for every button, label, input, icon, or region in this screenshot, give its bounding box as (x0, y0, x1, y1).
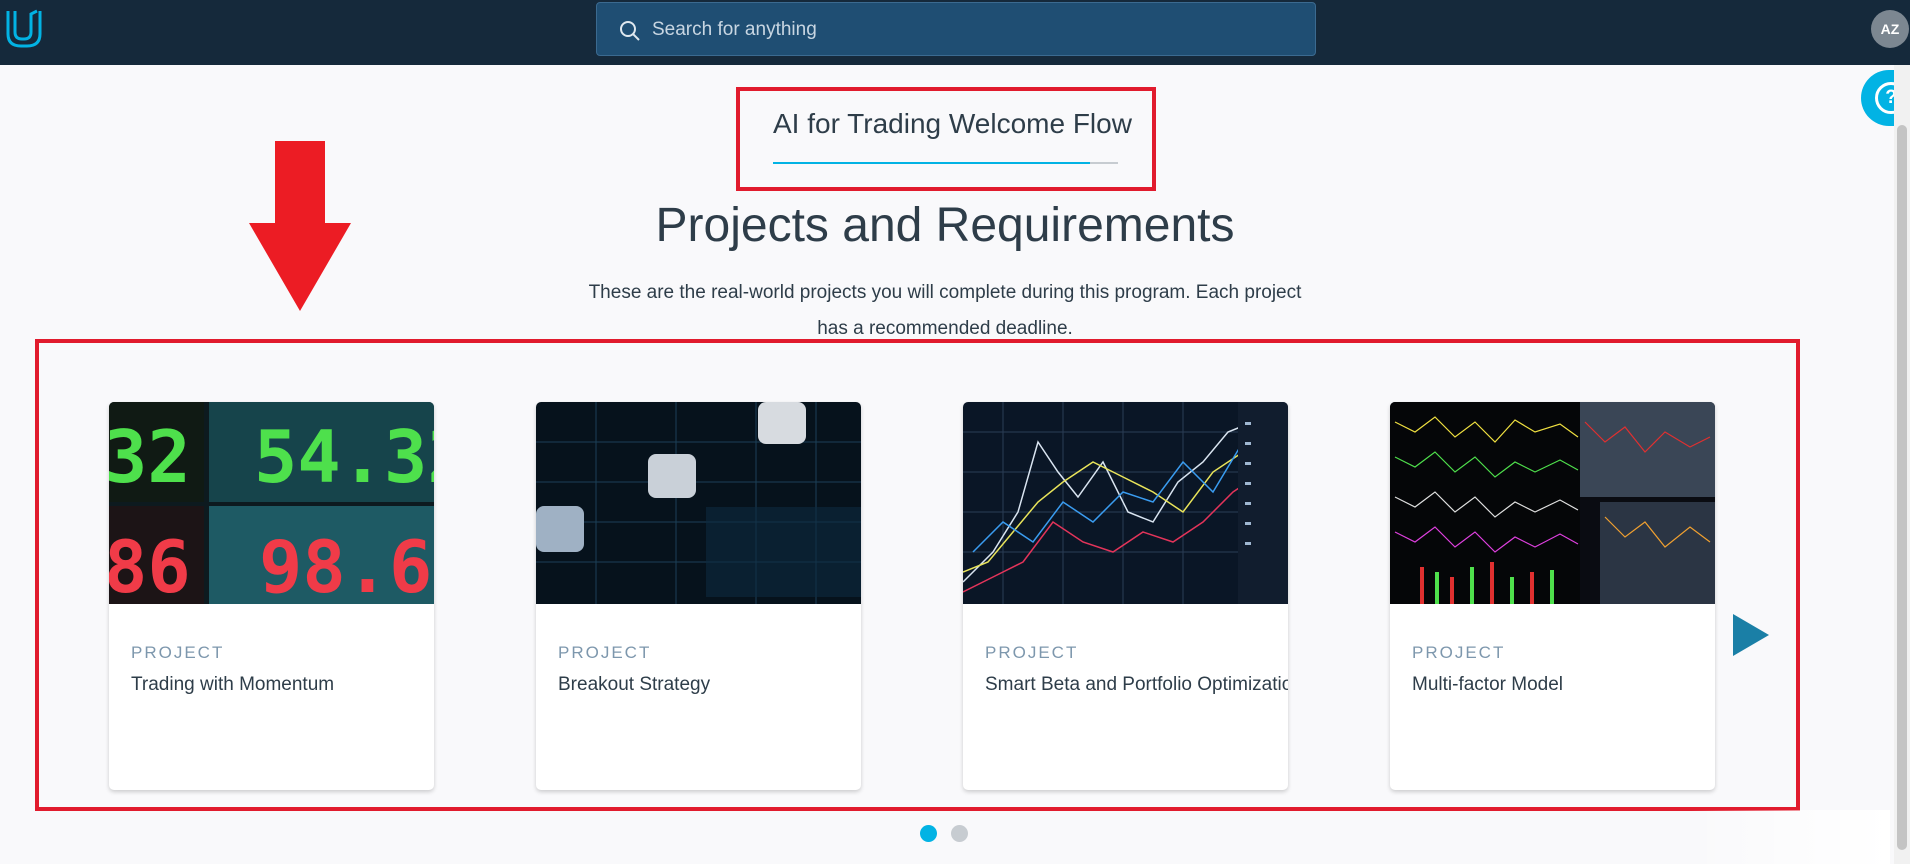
card-kicker: PROJECT (985, 643, 1079, 662)
svg-text:54.32: 54.32 (254, 415, 434, 499)
carousel-dot[interactable] (951, 825, 968, 842)
carousel-next-arrow-icon[interactable] (1731, 612, 1771, 658)
card-kicker: PROJECT (1412, 643, 1506, 662)
card-image-abstract-grid (536, 402, 861, 604)
scroll-fade (1690, 810, 1890, 864)
svg-text:86: 86 (109, 525, 191, 604)
scrollbar-thumb[interactable] (1897, 125, 1907, 850)
card-kicker: PROJECT (558, 643, 652, 662)
page-description: These are the real-world projects you wi… (588, 282, 1302, 339)
carousel-pagination (920, 825, 968, 842)
carousel-dot[interactable] (920, 825, 937, 842)
svg-text:32: 32 (109, 415, 191, 499)
card-image-line-chart (963, 402, 1288, 604)
project-card[interactable]: PROJECT Breakout Strategy (536, 402, 861, 790)
user-avatar[interactable]: AZ (1871, 10, 1909, 48)
annotation-arrow-icon (249, 141, 351, 311)
search-icon (620, 21, 640, 41)
top-navigation-bar: Search for anything AZ (0, 0, 1910, 65)
card-image-trading-monitors (1390, 402, 1715, 604)
card-title[interactable]: Multi-factor Model (1412, 674, 1563, 696)
project-card[interactable]: PROJECT Smart Beta and Portfolio Optimiz… (963, 402, 1288, 790)
project-card[interactable]: 54.32 32 98.65 86 PROJECT Trading with M… (109, 402, 434, 790)
search-bar[interactable]: Search for anything (596, 2, 1316, 56)
card-title[interactable]: Trading with Momentum (131, 674, 334, 696)
card-kicker: PROJECT (131, 643, 225, 662)
search-input[interactable]: Search for anything (652, 19, 817, 41)
page-scrollbar[interactable] (1894, 65, 1910, 864)
annotation-highlight-box (736, 87, 1156, 191)
svg-text:98.65: 98.65 (259, 525, 434, 604)
project-card[interactable]: PROJECT Multi-factor Model (1390, 402, 1715, 790)
card-title[interactable]: Breakout Strategy (558, 674, 710, 696)
card-image-stock-ticker: 54.32 32 98.65 86 (109, 402, 434, 604)
udacity-logo-icon[interactable] (4, 8, 44, 50)
card-title[interactable]: Smart Beta and Portfolio Optimization (985, 674, 1288, 696)
